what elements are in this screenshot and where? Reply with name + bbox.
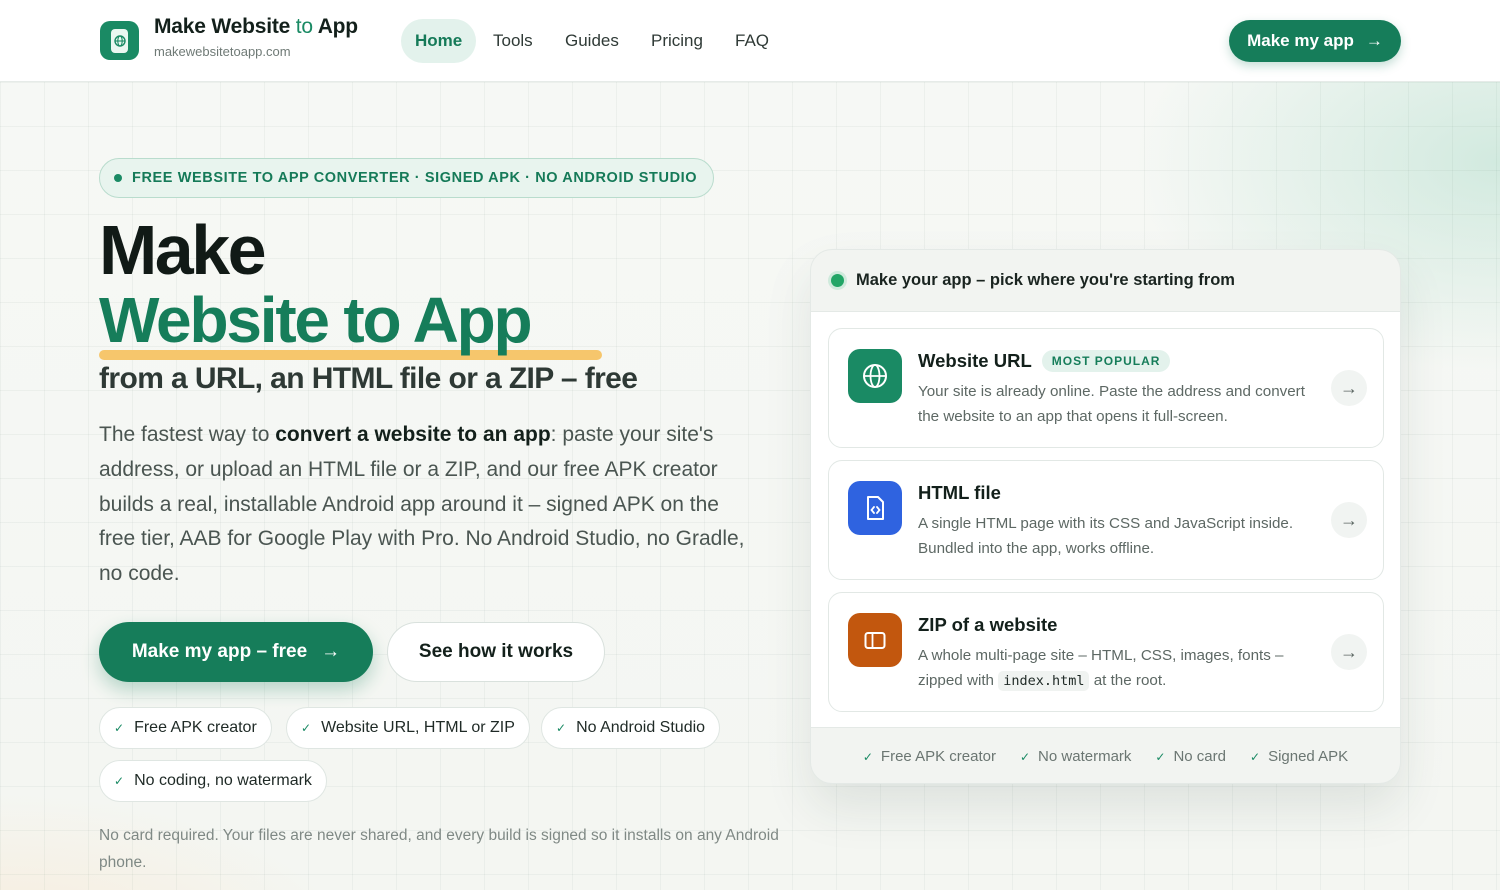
hero-title-line2: Website to App xyxy=(99,284,533,356)
footer-feature: ✓ No watermark xyxy=(1020,748,1131,765)
brand-title[interactable]: Make Website to App xyxy=(154,15,358,39)
most-popular-badge: MOST POPULAR xyxy=(1041,350,1171,372)
panel-header: Make your app – pick where you're starti… xyxy=(811,250,1400,311)
arrow-right-icon[interactable]: → xyxy=(1331,370,1367,406)
cta-label: Make my app xyxy=(1247,31,1354,50)
folder-icon xyxy=(848,613,902,667)
option-website-url[interactable]: Website URL MOST POPULAR Your site is al… xyxy=(828,328,1384,448)
option-zip[interactable]: ZIP of a website A whole multi-page site… xyxy=(828,592,1384,712)
hero-badge: FREE WEBSITE TO APP CONVERTER · SIGNED A… xyxy=(99,158,715,198)
option-description: A whole multi-page site – HTML, CSS, ima… xyxy=(918,643,1318,694)
footer-feature-label: Free APK creator xyxy=(880,748,996,765)
brand-logo[interactable] xyxy=(100,21,139,60)
panel-footer: ✓ Free APK creator ✓ No watermark ✓ No card… xyxy=(811,728,1400,783)
footer-feature-label: No watermark xyxy=(1038,748,1132,765)
lead-text: The fastest way to xyxy=(99,423,276,446)
panel-body: Website URL MOST POPULAR Your site is al… xyxy=(811,311,1400,728)
brand-domain: makewebsitetoapp.com xyxy=(154,44,291,59)
feature-chip: ✓ No coding, no watermark xyxy=(99,760,327,802)
option-title: HTML file xyxy=(918,482,1001,504)
live-dot-icon xyxy=(831,274,844,287)
nav-tools[interactable]: Tools xyxy=(479,19,547,63)
chip-label: Free APK creator xyxy=(134,719,257,736)
brand-title-part: Make Website xyxy=(154,15,296,38)
arrow-right-icon[interactable]: → xyxy=(1331,634,1367,670)
start-options-panel: Make your app – pick where you're starti… xyxy=(810,249,1401,784)
footer-feature: ✓ No card xyxy=(1155,748,1226,765)
arrow-right-icon: → xyxy=(321,641,341,662)
chip-label: No coding, no watermark xyxy=(134,772,312,789)
primary-button-label: Make my app – free xyxy=(131,641,308,662)
feature-chip: ✓ Free APK creator xyxy=(99,707,272,749)
code-file-icon xyxy=(848,481,902,535)
panel-heading: Make your app – pick where you're starti… xyxy=(856,271,1235,289)
option-description: A single HTML page with its CSS and Java… xyxy=(918,515,1294,557)
arrow-right-icon: → xyxy=(1365,31,1383,50)
site-header: Make Website to App makewebsitetoapp.com… xyxy=(0,0,1500,82)
option-title-text: ZIP of a website xyxy=(918,614,1058,635)
lead-text: : paste your site's address, or upload a… xyxy=(99,423,745,586)
option-title: ZIP of a website xyxy=(918,614,1057,636)
feature-chip: ✓ No Android Studio xyxy=(541,707,721,749)
option-title-text: HTML file xyxy=(918,482,1001,503)
make-my-app-button[interactable]: Make my app → xyxy=(1229,20,1401,62)
footer-feature-label: Signed APK xyxy=(1268,748,1349,765)
index-html-code: index.html xyxy=(998,671,1090,691)
hero-subtitle: from a URL, an HTML file or a ZIP – free xyxy=(99,362,638,395)
option-description: Your site is already online. Paste the a… xyxy=(918,383,1305,425)
hero-footnote: No card required. Your files are never s… xyxy=(99,827,779,871)
footer-feature-label: No card xyxy=(1173,748,1226,765)
check-icon: ✓ xyxy=(1155,749,1166,764)
feature-chip: ✓ Website URL, HTML or ZIP xyxy=(286,707,530,749)
chip-label: Website URL, HTML or ZIP xyxy=(321,719,515,736)
option-title-text: Website URL xyxy=(918,350,1032,371)
brand-title-part: App xyxy=(312,15,358,38)
chip-label: No Android Studio xyxy=(576,719,706,736)
option-html-file[interactable]: HTML file A single HTML page with its CS… xyxy=(828,460,1384,580)
check-icon: ✓ xyxy=(301,721,312,735)
check-icon: ✓ xyxy=(114,721,125,735)
hero-badge-text: FREE WEBSITE TO APP CONVERTER · SIGNED A… xyxy=(132,170,698,186)
lead-bold-text: convert a website to an app xyxy=(275,423,551,446)
check-icon: ✓ xyxy=(1019,749,1031,764)
check-icon: ✓ xyxy=(114,774,125,788)
make-my-app-free-button[interactable]: Make my app – free → xyxy=(99,622,373,682)
option-description-text: at the root. xyxy=(1089,672,1167,689)
hero-lead: The fastest way to convert a website to … xyxy=(99,418,759,592)
nav-faq[interactable]: FAQ xyxy=(721,19,783,63)
check-icon: ✓ xyxy=(1250,749,1261,764)
option-title: Website URL MOST POPULAR xyxy=(918,350,1171,372)
nav-guides[interactable]: Guides xyxy=(551,19,633,63)
globe-icon xyxy=(848,349,902,403)
check-icon: ✓ xyxy=(862,749,873,764)
brand-title-to: to xyxy=(295,15,313,38)
footer-feature: ✓ Free APK creator xyxy=(863,748,996,765)
phone-globe-icon xyxy=(111,28,128,53)
footer-feature: ✓ Signed APK xyxy=(1250,748,1348,765)
nav-home[interactable]: Home xyxy=(401,19,477,63)
status-dot-icon xyxy=(114,174,122,182)
check-icon: ✓ xyxy=(556,721,567,735)
see-how-it-works-button[interactable]: See how it works xyxy=(387,622,605,682)
nav-pricing[interactable]: Pricing xyxy=(637,19,717,63)
arrow-right-icon[interactable]: → xyxy=(1331,502,1367,538)
